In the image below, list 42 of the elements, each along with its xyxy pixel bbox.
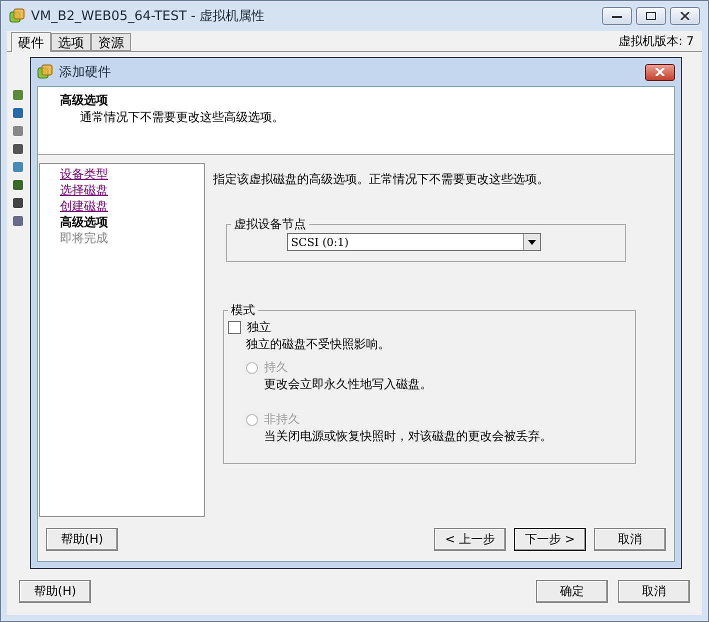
dialog-title: 添加硬件 (59, 64, 111, 81)
checkbox-label: 独立 (247, 319, 271, 336)
close-icon (655, 68, 665, 76)
window-button[interactable]: 帮助(H) (19, 580, 91, 602)
step-link[interactable]: 即将完成 (60, 230, 108, 246)
window-title: VM_B2_WEB05_64-TEST - 虚拟机属性 (31, 8, 265, 25)
intro-text: 指定该虚拟磁盘的高级选项。正常情况下不需要更改这些选项。 (213, 171, 550, 188)
option-description: 独立的磁盘不受快照影响。 (246, 336, 391, 353)
option-description: 当关闭电源或恢复快照时，对该磁盘的更改会被丢弃。 (264, 428, 553, 445)
option-description: 更改会立即永久性地写入磁盘。 (264, 376, 433, 393)
maximize-button[interactable] (636, 7, 666, 25)
app-icon (37, 64, 53, 80)
dialog-button[interactable]: < 上一步 (434, 528, 506, 550)
close-button[interactable] (645, 64, 675, 80)
app-icon (9, 8, 25, 24)
window-button[interactable]: 取消 (618, 580, 690, 602)
minimize-button[interactable] (602, 7, 632, 25)
step-link[interactable]: 高级选项 (60, 214, 108, 230)
dialog-button[interactable]: 下一步 > (514, 528, 586, 550)
radio-label: 持久 (264, 359, 288, 376)
header-subtitle: 通常情况下不需要更改这些高级选项。 (79, 109, 285, 126)
version-label: 虚拟机版本: 7 (618, 32, 694, 50)
help-button[interactable]: 帮助(H) (46, 528, 118, 550)
header-title: 高级选项 (60, 92, 109, 109)
step-link[interactable]: 设备类型 (60, 166, 108, 182)
maximize-icon (646, 12, 656, 20)
group-label: 模式 (230, 302, 256, 319)
checkbox[interactable] (228, 321, 241, 334)
step-link[interactable]: 选择磁盘 (60, 182, 108, 198)
tab[interactable]: 硬件 (11, 32, 51, 52)
close-button[interactable] (670, 7, 700, 25)
caret-icon (528, 240, 536, 244)
tab[interactable]: 资源 (91, 33, 131, 51)
minimize-icon (612, 13, 622, 19)
radio-label: 非持久 (264, 411, 300, 428)
dialog-button[interactable]: 取消 (594, 528, 666, 550)
close-icon (680, 12, 690, 20)
group-label: 虚拟设备节点 (233, 216, 307, 233)
node-select[interactable]: SCSI (0:1) (287, 233, 541, 251)
window-button[interactable]: 确定 (536, 580, 608, 602)
step-link[interactable]: 创建磁盘 (60, 198, 108, 214)
tab[interactable]: 选项 (51, 33, 91, 51)
